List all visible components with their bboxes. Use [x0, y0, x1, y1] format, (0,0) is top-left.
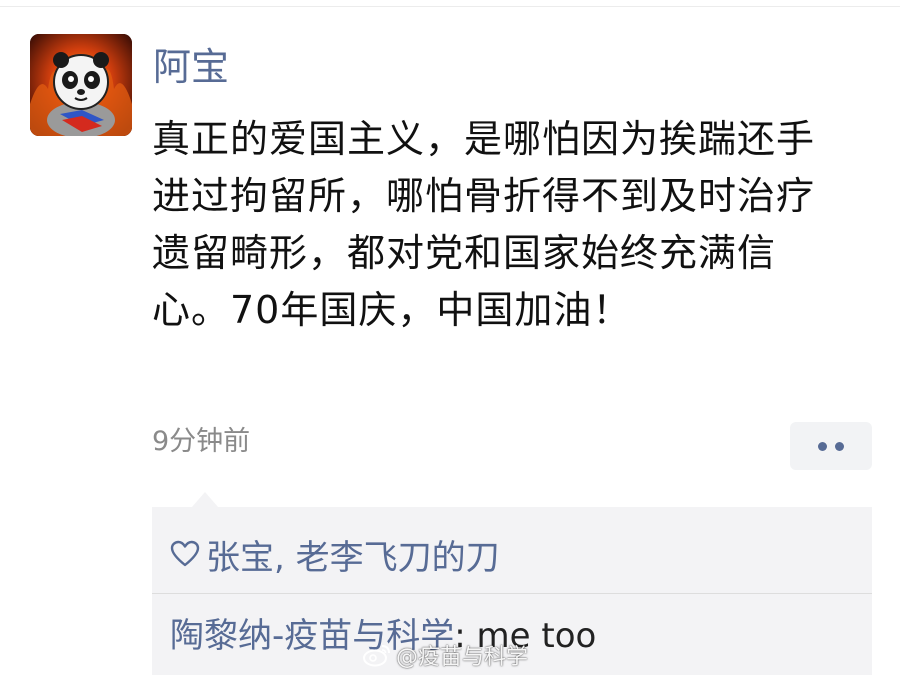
more-dot-icon [818, 442, 827, 451]
weibo-logo-icon [362, 643, 392, 667]
watermark-text: @疫苗与科学 [396, 645, 529, 670]
likes-row: 张宝, 老李飞刀的刀 [170, 529, 500, 579]
top-divider [0, 6, 900, 7]
panda-avatar-image [30, 34, 132, 136]
more-actions-button[interactable] [790, 422, 872, 470]
heart-outline-icon [170, 540, 200, 568]
post-text: 真正的爱国主义，是哪怕因为挨踹还手进过拘留所，哪怕骨折得不到及时治疗遗留畸形，都… [152, 117, 816, 332]
more-dot-icon [835, 442, 844, 451]
weibo-watermark: @疫苗与科学 [362, 640, 528, 670]
avatar[interactable] [30, 34, 132, 136]
post-timestamp: 9分钟前 [152, 426, 251, 457]
feedback-pointer [192, 492, 218, 507]
liker-names[interactable]: 张宝, 老李飞刀的刀 [206, 530, 500, 579]
post-author-name[interactable]: 阿宝 [153, 42, 229, 92]
feedback-divider [152, 593, 872, 594]
